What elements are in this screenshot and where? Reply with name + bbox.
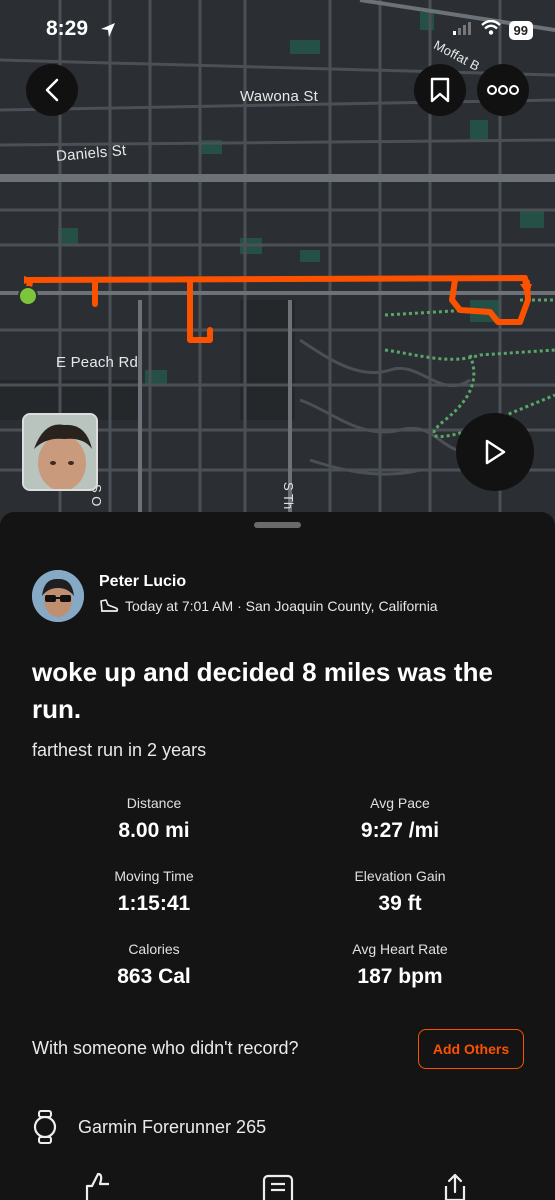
start-marker [18, 286, 38, 306]
stat-value: 863 Cal [117, 965, 191, 988]
stat-value: 9:27 /mi [360, 819, 440, 842]
stat-label: Distance [126, 795, 182, 811]
avatar[interactable] [32, 570, 84, 622]
street-label: S Th [281, 482, 296, 510]
stat-value: 39 ft [378, 892, 422, 915]
wifi-icon [480, 19, 501, 40]
activity-title: woke up and decided 8 miles was the run. [32, 657, 493, 724]
stat-avg-heart-rate: Avg Heart Rate 187 bpm [300, 941, 500, 989]
location-arrow-icon [100, 22, 116, 43]
stat-value: 1:15:41 [117, 892, 191, 915]
with-others-prompt: With someone who didn't record? [32, 1038, 299, 1058]
stat-elevation-gain: Elevation Gain 39 ft [300, 868, 500, 916]
back-button[interactable] [26, 64, 78, 116]
status-time: 8:29 [46, 17, 89, 40]
street-label: Wawona St [240, 88, 318, 105]
stat-label: Avg Heart Rate [352, 941, 448, 957]
play-icon [485, 439, 506, 465]
activity-description: farthest run in 2 years [32, 740, 207, 760]
stat-avg-pace: Avg Pace 9:27 /mi [300, 795, 500, 843]
stat-distance: Distance 8.00 mi [54, 795, 254, 843]
add-others-button[interactable]: Add Others [418, 1029, 524, 1069]
device-name: Garmin Forerunner 265 [78, 1116, 267, 1137]
battery-indicator: 99 [508, 20, 533, 40]
bookmark-button[interactable] [414, 64, 466, 116]
play-flyover-button[interactable] [456, 413, 534, 491]
sheet-drag-handle[interactable] [254, 522, 301, 528]
stat-moving-time: Moving Time 1:15:41 [54, 868, 254, 916]
signal-icon [452, 21, 473, 40]
shoe-icon [100, 599, 119, 612]
action-bar [0, 1172, 555, 1200]
stat-value: 187 bpm [357, 965, 443, 988]
bookmark-icon [430, 77, 450, 103]
activity-detail-sheet: Peter Lucio Today at 7:01 AM · San Joaqu… [0, 512, 555, 1200]
street-label: E Peach Rd [56, 354, 139, 371]
stat-label: Avg Pace [370, 795, 430, 811]
route-map[interactable]: Wawona St Daniels St E Peach Rd Moffat B… [0, 0, 555, 540]
status-icons: 99 [452, 19, 533, 40]
share-icon[interactable] [441, 1172, 469, 1200]
activity-meta-text: Today at 7:01 AM · San Joaquin County, C… [125, 598, 438, 614]
more-icon [487, 85, 519, 95]
stat-label: Elevation Gain [354, 868, 446, 884]
more-button[interactable] [477, 64, 529, 116]
device-row: Garmin Forerunner 265 [32, 1110, 266, 1144]
activity-meta: Today at 7:01 AM · San Joaquin County, C… [99, 598, 438, 614]
avatar-image [32, 570, 84, 622]
watch-icon [33, 1110, 57, 1144]
activity-photo-thumbnail[interactable] [22, 413, 98, 491]
thumbs-up-icon[interactable] [83, 1172, 113, 1200]
stat-label: Moving Time [114, 868, 194, 884]
comment-icon[interactable] [262, 1172, 294, 1200]
face-photo [24, 415, 96, 489]
stat-label: Calories [128, 941, 180, 957]
stat-calories: Calories 863 Cal [54, 941, 254, 989]
chevron-left-icon [45, 78, 59, 102]
stat-value: 8.00 mi [118, 819, 190, 842]
athlete-name[interactable]: Peter Lucio [99, 573, 186, 591]
